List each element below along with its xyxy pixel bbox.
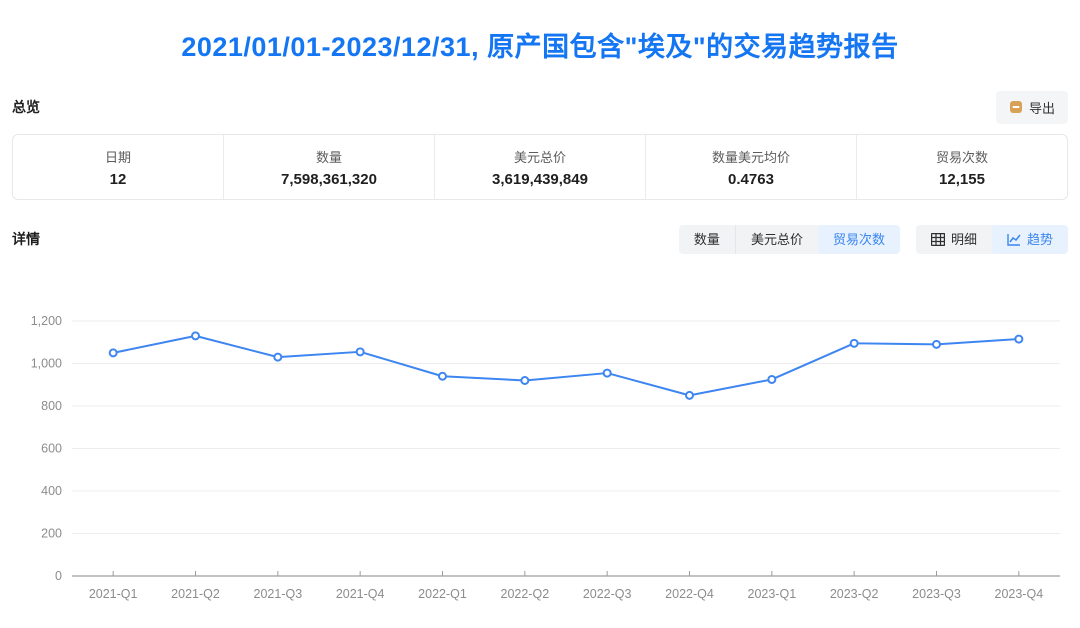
svg-text:2021-Q1: 2021-Q1	[89, 587, 138, 601]
svg-text:2023-Q3: 2023-Q3	[912, 587, 961, 601]
tab-usd-total[interactable]: 美元总价	[735, 225, 818, 254]
svg-text:0: 0	[55, 569, 62, 583]
metric-tab-group: 数量 美元总价 贸易次数	[679, 225, 900, 254]
trend-icon	[1007, 233, 1021, 246]
stat-date: 日期 12	[13, 135, 223, 199]
svg-text:800: 800	[41, 399, 62, 413]
tab-quantity[interactable]: 数量	[679, 225, 735, 254]
stat-label: 数量美元均价	[712, 147, 790, 166]
table-icon	[931, 233, 945, 246]
tab-trade-count[interactable]: 贸易次数	[818, 225, 900, 254]
overview-header: 总览 导出	[12, 92, 1068, 122]
details-heading: 详情	[12, 229, 40, 249]
svg-text:2023-Q2: 2023-Q2	[830, 587, 879, 601]
trade-trend-report-page: 2021/01/01-2023/12/31, 原产国包含"埃及"的交易趋势报告 …	[0, 0, 1080, 621]
overview-heading: 总览	[12, 97, 40, 117]
stat-value: 12,155	[939, 171, 985, 188]
svg-text:1,000: 1,000	[31, 357, 62, 371]
stat-value: 7,598,361,320	[281, 171, 377, 188]
overview-stats-card: 日期 12 数量 7,598,361,320 美元总价 3,619,439,84…	[12, 134, 1068, 200]
page-title: 2021/01/01-2023/12/31, 原产国包含"埃及"的交易趋势报告	[0, 0, 1080, 64]
tab-trend-view[interactable]: 趋势	[992, 225, 1068, 254]
stat-value: 12	[110, 171, 127, 188]
stat-label: 贸易次数	[936, 147, 988, 166]
svg-text:2022-Q1: 2022-Q1	[418, 587, 467, 601]
svg-text:1,200: 1,200	[31, 314, 62, 328]
tab-trend-label: 趋势	[1027, 233, 1053, 246]
svg-text:2021-Q2: 2021-Q2	[171, 587, 220, 601]
svg-text:2023-Q1: 2023-Q1	[748, 587, 797, 601]
svg-text:400: 400	[41, 484, 62, 498]
stat-value: 3,619,439,849	[492, 171, 588, 188]
trend-chart: 0 200 400 600 800 1,000 1,200 2021-Q1 2021-Q2 202…	[12, 304, 1068, 621]
stat-label: 日期	[105, 147, 131, 166]
export-button[interactable]: 导出	[996, 91, 1068, 124]
stat-label: 美元总价	[514, 147, 566, 166]
svg-text:2022-Q2: 2022-Q2	[501, 587, 550, 601]
stat-quantity: 数量 7,598,361,320	[223, 135, 434, 199]
svg-text:200: 200	[41, 527, 62, 541]
svg-text:2022-Q3: 2022-Q3	[583, 587, 632, 601]
svg-text:600: 600	[41, 442, 62, 456]
details-header: 详情 数量 美元总价 贸易次数	[12, 224, 1068, 254]
tab-area: 数量 美元总价 贸易次数	[679, 225, 1068, 254]
view-tab-group: 明细 趋势	[916, 225, 1068, 254]
tab-detail-label: 明细	[951, 233, 977, 246]
export-icon	[1009, 100, 1023, 114]
stat-label: 数量	[316, 147, 342, 166]
export-button-label: 导出	[1029, 98, 1055, 117]
svg-text:2022-Q4: 2022-Q4	[665, 587, 714, 601]
stat-avg-usd-price: 数量美元均价 0.4763	[645, 135, 856, 199]
svg-text:2021-Q3: 2021-Q3	[254, 587, 303, 601]
stat-usd-total: 美元总价 3,619,439,849	[434, 135, 645, 199]
trend-line-chart-svg: 0 200 400 600 800 1,000 1,200 2021-Q1 2021-Q2 202…	[12, 304, 1068, 616]
svg-text:2021-Q4: 2021-Q4	[336, 587, 385, 601]
tab-detail-view[interactable]: 明细	[916, 225, 992, 254]
stat-value: 0.4763	[728, 171, 774, 188]
stat-trade-count: 贸易次数 12,155	[856, 135, 1067, 199]
svg-text:2023-Q4: 2023-Q4	[995, 587, 1044, 601]
